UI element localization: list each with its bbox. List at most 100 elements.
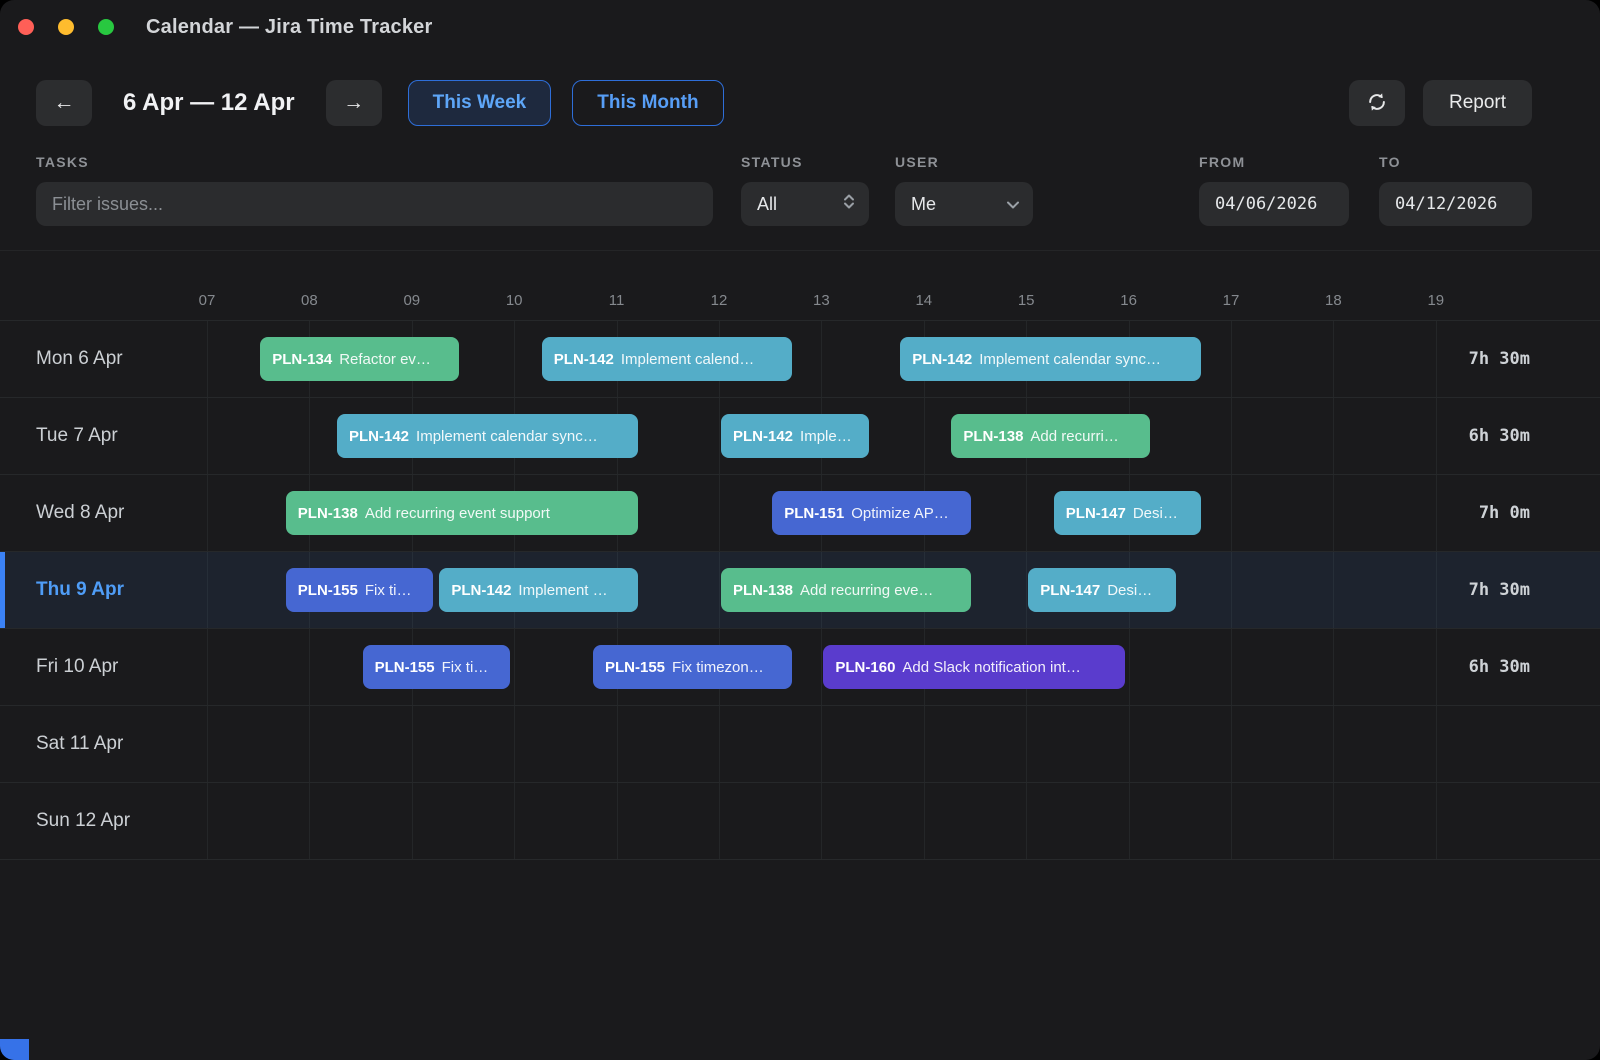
event-title: Fix timezon…: [672, 659, 764, 676]
status-select[interactable]: All: [741, 182, 869, 226]
this-week-button[interactable]: This Week: [408, 80, 552, 126]
hour-label: 18: [1325, 292, 1342, 309]
event-key: PLN-155: [605, 659, 665, 676]
event-title: Fix ti…: [365, 582, 412, 599]
event-pill[interactable]: PLN-155 Fix ti…: [286, 568, 434, 612]
event-key: PLN-142: [733, 428, 793, 445]
day-total: 6h 30m: [1469, 426, 1530, 446]
event-key: PLN-147: [1066, 505, 1126, 522]
tasks-label: TASKS: [36, 154, 713, 172]
day-label: Thu 9 Apr: [36, 579, 124, 601]
minimize-window-button[interactable]: [58, 19, 74, 35]
event-title: Optimize AP…: [851, 505, 949, 522]
calendar-grid: 07080910111213141516171819 Mon 6 AprPLN-…: [0, 250, 1600, 860]
hour-label: 10: [506, 292, 523, 309]
day-row: Sat 11 Apr: [0, 705, 1600, 782]
event-pill[interactable]: PLN-142Implement calendar sync…: [900, 337, 1201, 381]
hour-label: 19: [1427, 292, 1444, 309]
day-row: Thu 9 Apr PLN-155 Fix ti… PLN-142Implement …: [0, 551, 1600, 628]
event-key: PLN-155: [298, 582, 358, 599]
day-total: 6h 30m: [1469, 657, 1530, 677]
hour-label: 07: [199, 292, 216, 309]
from-label: FROM: [1199, 154, 1349, 172]
close-window-button[interactable]: [18, 19, 34, 35]
window-title: Calendar — Jira Time Tracker: [146, 16, 433, 39]
event-pill[interactable]: PLN-160Add Slack notification int…: [823, 645, 1124, 689]
hours-header: 07080910111213141516171819: [0, 251, 1600, 320]
event-pill[interactable]: PLN-142Implement …: [439, 568, 638, 612]
day-total: 7h 30m: [1469, 580, 1530, 600]
event-title: Add recurri…: [1030, 428, 1118, 445]
event-title: Desi…: [1133, 505, 1178, 522]
bottom-left-accent-shape: [0, 1039, 29, 1060]
day-total: 7h 0m: [1479, 503, 1530, 523]
from-date-input[interactable]: [1199, 182, 1349, 226]
event-title: Implement calendar sync…: [979, 351, 1161, 368]
chevron-up-down-icon: [842, 193, 856, 215]
event-key: PLN-147: [1040, 582, 1100, 599]
event-pill[interactable]: PLN-155Fix ti…: [363, 645, 511, 689]
traffic-lights: [18, 19, 114, 35]
arrow-right-icon: →: [343, 91, 364, 115]
event-key: PLN-138: [733, 582, 793, 599]
event-pill[interactable]: PLN-134Refactor ev…: [260, 337, 459, 381]
app-window: Calendar — Jira Time Tracker ← 6 Apr — 1…: [0, 0, 1600, 1060]
status-label: STATUS: [741, 154, 869, 172]
day-label: Sat 11 Apr: [36, 733, 123, 755]
day-row: Sun 12 Apr: [0, 782, 1600, 859]
refresh-icon: [1366, 91, 1388, 116]
arrow-left-icon: ←: [54, 91, 75, 115]
refresh-button[interactable]: [1349, 80, 1405, 126]
zoom-window-button[interactable]: [98, 19, 114, 35]
event-title: Imple…: [800, 428, 852, 445]
hour-label: 16: [1120, 292, 1137, 309]
user-select[interactable]: Me: [895, 182, 1033, 226]
event-title: Add recurring event support: [365, 505, 550, 522]
event-title: Implement calendar sync…: [416, 428, 598, 445]
filter-issues-input[interactable]: [36, 182, 713, 226]
to-date-input[interactable]: [1379, 182, 1532, 226]
to-label: TO: [1379, 154, 1532, 172]
day-label: Mon 6 Apr: [36, 348, 123, 370]
hour-label: 14: [915, 292, 932, 309]
day-row: Wed 8 Apr PLN-138Add recurring event supp…: [0, 474, 1600, 551]
event-pill[interactable]: PLN-147 Desi…: [1054, 491, 1202, 535]
titlebar: Calendar — Jira Time Tracker: [0, 0, 1600, 54]
event-pill[interactable]: PLN-151Optimize AP…: [772, 491, 971, 535]
hour-label: 09: [403, 292, 420, 309]
event-title: Refactor ev…: [339, 351, 431, 368]
event-key: PLN-142: [554, 351, 614, 368]
event-pill[interactable]: PLN-155 Fix timezon…: [593, 645, 792, 689]
day-label: Wed 8 Apr: [36, 502, 124, 524]
day-label: Fri 10 Apr: [36, 656, 118, 678]
day-row: Mon 6 AprPLN-134Refactor ev…PLN-142Imple…: [0, 320, 1600, 397]
day-total: 7h 30m: [1469, 349, 1530, 369]
event-title: Add recurring eve…: [800, 582, 933, 599]
next-week-button[interactable]: →: [326, 80, 382, 126]
event-key: PLN-155: [375, 659, 435, 676]
event-key: PLN-138: [963, 428, 1023, 445]
event-title: Implement calend…: [621, 351, 754, 368]
event-title: Desi…: [1107, 582, 1152, 599]
event-pill[interactable]: PLN-147 Desi…: [1028, 568, 1176, 612]
event-key: PLN-142: [349, 428, 409, 445]
status-select-value: All: [757, 194, 777, 215]
this-month-button[interactable]: This Month: [572, 80, 723, 126]
event-pill[interactable]: PLN-142 Imple…: [721, 414, 869, 458]
report-button[interactable]: Report: [1423, 80, 1532, 126]
event-pill[interactable]: PLN-138 Add recurring eve…: [721, 568, 971, 612]
hour-label: 13: [813, 292, 830, 309]
event-title: Add Slack notification int…: [902, 659, 1080, 676]
hour-label: 12: [711, 292, 728, 309]
event-pill[interactable]: PLN-138 Add recurri…: [951, 414, 1150, 458]
user-select-value: Me: [911, 194, 936, 215]
filter-bar: TASKS STATUS All USER Me: [0, 154, 1600, 226]
event-pill[interactable]: PLN-138Add recurring event support: [286, 491, 638, 535]
toolbar: ← 6 Apr — 12 Apr → This Week This Month …: [0, 80, 1600, 126]
event-pill[interactable]: PLN-142 Implement calend…: [542, 337, 792, 381]
user-label: USER: [895, 154, 1033, 172]
day-label: Tue 7 Apr: [36, 425, 118, 447]
event-pill[interactable]: PLN-142 Implement calendar sync…: [337, 414, 638, 458]
date-range-label: 6 Apr — 12 Apr: [123, 89, 295, 117]
prev-week-button[interactable]: ←: [36, 80, 92, 126]
